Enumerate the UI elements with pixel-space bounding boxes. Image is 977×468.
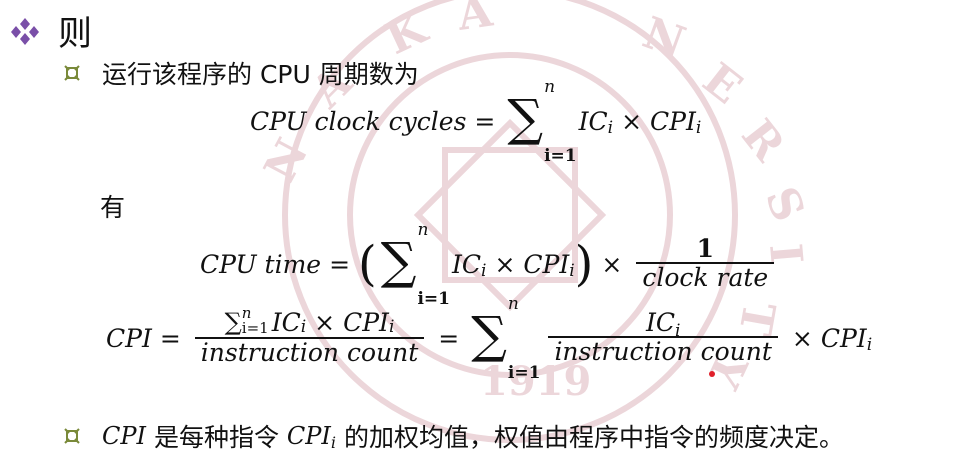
eq2-rparen: ) <box>574 236 594 292</box>
eq3-fraction-1: ∑ n i=1 IC i × CPI i instruction count <box>194 304 425 368</box>
eq3-num-cpi: CPI <box>343 307 389 337</box>
eq2-fraction: 1 clock rate <box>636 233 775 293</box>
eq3-frac2-ic-sub: i <box>674 320 681 341</box>
eq1-times: × <box>621 106 643 136</box>
eq3-frac2-den: instruction count <box>548 336 778 367</box>
eq1-summation: ∑ n i=1 <box>507 77 577 166</box>
bullet-item-1: 运行该程序的 CPU 周期数为 <box>64 55 419 91</box>
eq1-sum-lower: i=1 <box>544 146 577 166</box>
eq3-cpi: CPI <box>820 323 867 353</box>
eq2-times-2: × <box>601 249 623 279</box>
equation-cpi: CPI = ∑ n i=1 IC i × CPI i instruction coun… <box>106 294 873 383</box>
diamond-cluster-icon <box>11 17 39 45</box>
eq2-ic-sub: i <box>481 261 487 281</box>
eq2-summation: ∑ n i=1 <box>380 220 450 309</box>
laser-pointer-dot <box>709 371 715 377</box>
eq1-cpi: CPI <box>650 106 696 136</box>
eq3-num-sum-lower: i=1 <box>241 318 269 337</box>
svg-text:N: N <box>636 7 691 69</box>
eq3-frac2-ic: IC <box>645 307 675 337</box>
eq2-sum-upper: n <box>417 220 429 240</box>
eq2-times: × <box>494 249 516 279</box>
eq3-frac1-den: instruction count <box>194 336 425 368</box>
bullet-2-cpi-sub: i <box>330 432 337 452</box>
eq3-equals-2: = <box>438 323 460 353</box>
eq2-lhs: CPU time <box>200 249 322 279</box>
eq2-cpi-sub: i <box>569 261 575 281</box>
svg-text:S: S <box>755 180 814 229</box>
eq2-lparen: ( <box>358 236 377 292</box>
eq1-equals: = <box>474 106 496 136</box>
eq3-num-ic-sub: i <box>300 317 307 338</box>
eq2-frac-den: clock rate <box>636 262 775 293</box>
heading-text: 则 <box>58 14 92 54</box>
eq3-equals: = <box>159 323 181 353</box>
eq2-ic: IC <box>452 249 482 279</box>
heading-row: 则 <box>8 6 92 55</box>
svg-text:A: A <box>453 0 496 41</box>
equation-cpu-clock-cycles: CPU clock cycles = ∑ n i=1 IC i × CPI i <box>250 77 702 166</box>
bullet-item-2: CPI 是每种指令 CPI i 的加权均值，权值由程序中指令的频度决定。 <box>64 418 844 454</box>
eq3-sum-upper: n <box>507 294 519 314</box>
bullet-2-cpi-i: CPI i <box>286 422 337 452</box>
bullet-2-cpi-2: CPI <box>286 422 331 450</box>
eq3-num-cpi-sub: i <box>388 317 395 338</box>
eq3-num-ic: IC <box>271 307 301 337</box>
eq1-cpi-sub: i <box>695 118 702 138</box>
eq3-sum-lower: i=1 <box>507 363 541 383</box>
svg-text:R: R <box>731 110 794 171</box>
eq3-frac2-num: ICi <box>640 307 686 341</box>
eq3-num-times: × <box>314 307 336 337</box>
eq3-lhs: CPI <box>106 323 152 353</box>
eq3-fraction-2: ICi instruction count <box>548 307 778 367</box>
bullet-1-text: 运行该程序的 CPU 周期数为 <box>102 60 419 89</box>
eq3-frac1-num: ∑ n i=1 IC i × CPI i <box>224 304 395 338</box>
you-text: 有 <box>100 193 126 222</box>
bullet-2-cpi: CPI <box>102 422 146 450</box>
square-bullet-icon <box>64 428 80 444</box>
eq2-cpi: CPI <box>523 249 570 279</box>
eq3-times: × <box>791 323 813 353</box>
eq2-frac-num: 1 <box>696 233 714 263</box>
eq1-ic-sub: i <box>607 118 614 138</box>
eq1-sum-upper: n <box>544 77 556 97</box>
eq1-ic: IC <box>578 106 608 136</box>
bullet-2-text-a: 是每种指令 <box>146 423 287 452</box>
bullet-2-text-b: 的加权均值，权值由程序中指令的频度决定。 <box>336 423 844 452</box>
bullet-2-text: CPI 是每种指令 CPI i 的加权均值，权值由程序中指令的频度决定。 <box>102 418 844 454</box>
square-bullet-icon <box>64 65 80 81</box>
eq2-equals: = <box>329 249 351 279</box>
svg-text:E: E <box>693 53 751 114</box>
eq3-summation: ∑ n i=1 <box>471 294 541 383</box>
eq1-lhs: CPU clock cycles <box>250 106 467 136</box>
eq3-cpi-sub: i <box>866 335 873 355</box>
equation-cpu-time: CPU time = ( ∑ n i=1 IC i × CPI i ) × 1 clo… <box>200 220 780 309</box>
